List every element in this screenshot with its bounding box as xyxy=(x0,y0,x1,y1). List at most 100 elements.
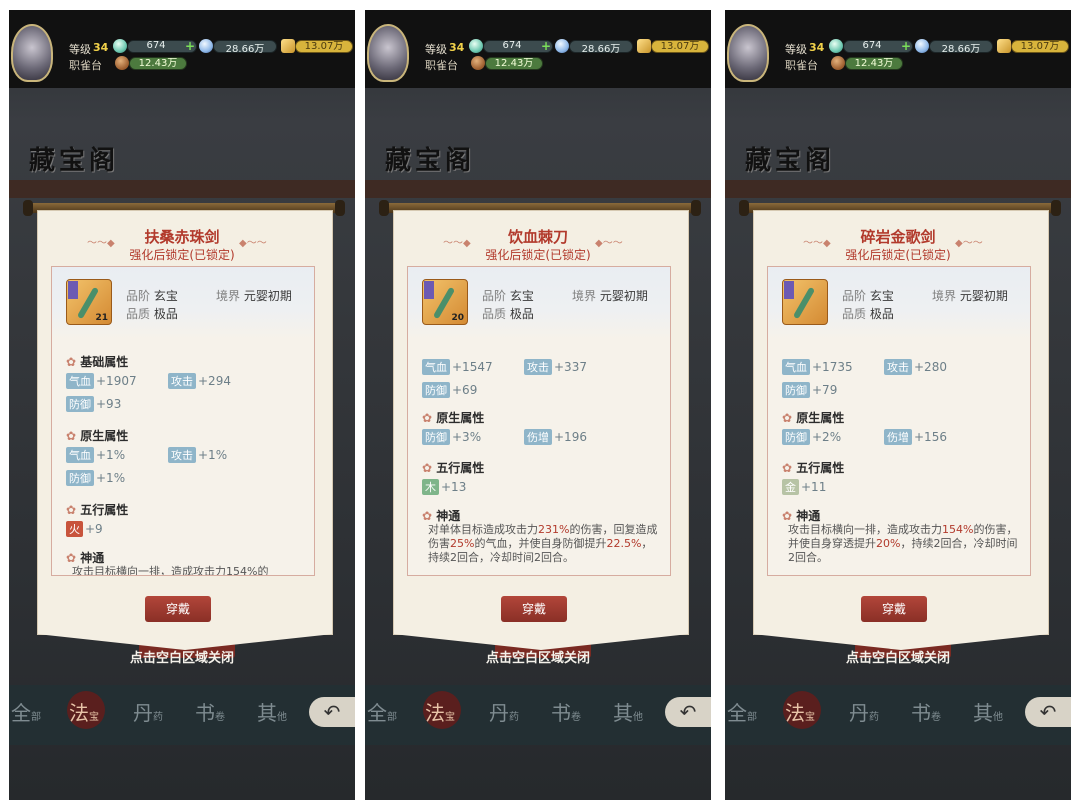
tab-book[interactable]: 书卷 xyxy=(195,697,225,726)
wood-value: 12.43万 xyxy=(494,58,534,69)
wood-icon xyxy=(831,56,845,70)
location-label: 职雀台 xyxy=(69,59,102,72)
add-jade-icon[interactable]: + xyxy=(541,39,551,53)
tab-pill[interactable]: 丹药 xyxy=(133,697,163,726)
grade-row: 品阶 玄宝 xyxy=(482,289,534,303)
realm-row: 境界 元婴初期 xyxy=(932,289,1008,303)
tab-all[interactable]: 全部 xyxy=(11,697,41,726)
tab-pill[interactable]: 丹药 xyxy=(489,697,519,726)
scroll-bottom-point xyxy=(37,634,333,650)
top-hud: 等级 34 职雀台 674 + 28.66万 13.07万 12.43万 xyxy=(365,10,711,88)
tab-all[interactable]: 全部 xyxy=(367,697,397,726)
tab-book[interactable]: 书卷 xyxy=(551,697,581,726)
weapon-icon: 21 xyxy=(66,279,112,325)
native-section-title: 原生属性 xyxy=(66,427,128,444)
location-label: 职雀台 xyxy=(425,59,458,72)
screen-panel-3: 等级 34 职雀台 674 + 28.66万 13.07万 12.43万 藏宝阁 … xyxy=(725,10,1071,800)
native-attribute: 伤增 +156 xyxy=(884,429,947,445)
scroll-bottom-point xyxy=(753,634,1049,650)
quality-row: 品质 极品 xyxy=(126,307,178,321)
undo-arrow-icon[interactable]: ↶ xyxy=(665,697,711,727)
crystal-counter: 28.66万 xyxy=(929,40,993,55)
weapon-icon: 20 xyxy=(422,279,468,325)
gold-value: 13.07万 xyxy=(304,41,344,52)
native-section-title: 原生属性 xyxy=(422,409,484,426)
rod-end-left xyxy=(379,200,389,216)
skill-description: 攻击目标横向一排，造成攻击力154%的伤害，并使自身穿透提升20%，持续2回合，… xyxy=(788,523,1018,564)
wood-counter: 12.43万 xyxy=(845,57,903,70)
wuxing-section-title: 五行属性 xyxy=(422,459,484,476)
shop-title: 藏宝阁 xyxy=(745,146,836,176)
base-attribute: 气血 +1547 xyxy=(422,359,493,375)
player-avatar[interactable] xyxy=(727,24,769,82)
tab-treasure[interactable]: 法宝 xyxy=(425,697,455,726)
item-header: 21 品阶 玄宝 品质 极品 境界 元婴初期 xyxy=(52,267,314,339)
shop-title: 藏宝阁 xyxy=(29,146,120,176)
wuxing-attribute: 金 +11 xyxy=(782,479,826,495)
gold-counter: 13.07万 xyxy=(651,40,709,53)
native-attribute: 气血 +1% xyxy=(66,447,125,463)
native-attribute: 防御 +3% xyxy=(422,429,481,445)
item-attribute-card: 20 品阶 玄宝 品质 极品 境界 元婴初期 气血 +1547 攻击 +337 防御 +6… xyxy=(407,266,671,576)
skill-section-title: 神通 xyxy=(66,549,104,566)
equip-button[interactable]: 穿戴 xyxy=(145,596,211,622)
gold-value: 13.07万 xyxy=(660,41,700,52)
wuxing-attribute: 火 +9 xyxy=(66,521,103,537)
undo-arrow-icon[interactable]: ↶ xyxy=(1025,697,1071,727)
top-hud: 等级 34 职雀台 674 + 28.66万 13.07万 12.43万 xyxy=(9,10,355,88)
rod-end-left xyxy=(23,200,33,216)
grade-row: 品阶 玄宝 xyxy=(842,289,894,303)
add-jade-icon[interactable]: + xyxy=(185,39,195,53)
top-hud: 等级 34 职雀台 674 + 28.66万 13.07万 12.43万 xyxy=(725,10,1071,88)
skill-description: 攻击目标横向一排，造成攻击力154%的 xyxy=(72,565,269,576)
item-header: 品阶 玄宝 品质 极品 境界 元婴初期 xyxy=(768,267,1030,339)
base-attribute: 防御 +79 xyxy=(782,382,837,398)
base-attribute: 防御 +93 xyxy=(66,396,121,412)
lock-status: 强化后锁定(已锁定) xyxy=(485,248,591,262)
jade-counter[interactable]: 674 + xyxy=(483,39,553,53)
jade-value: 674 xyxy=(502,40,522,51)
lock-status: 强化后锁定(已锁定) xyxy=(129,248,235,262)
tab-treasure[interactable]: 法宝 xyxy=(69,697,99,726)
category-nav: 全部 法宝 丹药 书卷 其他 ↶ xyxy=(9,685,355,745)
wood-counter: 12.43万 xyxy=(485,57,543,70)
item-attribute-card: 品阶 玄宝 品质 极品 境界 元婴初期 气血+1735 攻击+280 防御+79 原生… xyxy=(767,266,1031,576)
jade-icon xyxy=(469,39,483,53)
player-avatar[interactable] xyxy=(11,24,53,82)
level-value: 34 xyxy=(93,41,109,54)
add-jade-icon[interactable]: + xyxy=(901,39,911,53)
weapon-icon xyxy=(782,279,828,325)
level-value: 34 xyxy=(809,41,825,54)
shelf-strip xyxy=(365,180,711,198)
gold-icon xyxy=(997,39,1011,53)
tab-all[interactable]: 全部 xyxy=(727,697,757,726)
equip-button[interactable]: 穿戴 xyxy=(861,596,927,622)
level-value: 34 xyxy=(449,41,465,54)
jade-counter[interactable]: 674 + xyxy=(843,39,913,53)
tab-book[interactable]: 书卷 xyxy=(911,697,941,726)
equip-button[interactable]: 穿戴 xyxy=(501,596,567,622)
player-avatar[interactable] xyxy=(367,24,409,82)
screen-panel-1: 等级 34 职雀台 674 + 28.66万 13.07万 12.43万 藏宝阁 … xyxy=(9,10,355,800)
rod-end-right xyxy=(1051,200,1061,216)
undo-arrow-icon[interactable]: ↶ xyxy=(309,697,355,727)
native-attribute: 防御 +1% xyxy=(66,470,125,486)
lock-status: 强化后锁定(已锁定) xyxy=(845,248,951,262)
tab-other[interactable]: 其他 xyxy=(973,697,1003,726)
item-name: 饮血棘刀 xyxy=(507,228,568,246)
jade-counter[interactable]: 674 + xyxy=(127,39,197,53)
jade-value: 674 xyxy=(146,40,166,51)
gold-counter: 13.07万 xyxy=(1011,40,1069,53)
wuxing-attribute: 木 +13 xyxy=(422,479,466,495)
item-name: 扶桑赤珠剑 xyxy=(144,228,220,246)
tab-other[interactable]: 其他 xyxy=(257,697,287,726)
skill-section-title: 神通 xyxy=(782,507,820,524)
level-label: 等级 xyxy=(69,43,91,56)
crystal-value: 28.66万 xyxy=(941,44,981,55)
quality-row: 品质 极品 xyxy=(482,307,534,321)
tab-treasure[interactable]: 法宝 xyxy=(785,697,815,726)
gold-counter: 13.07万 xyxy=(295,40,353,53)
tab-pill[interactable]: 丹药 xyxy=(849,697,879,726)
jade-icon xyxy=(113,39,127,53)
tab-other[interactable]: 其他 xyxy=(613,697,643,726)
